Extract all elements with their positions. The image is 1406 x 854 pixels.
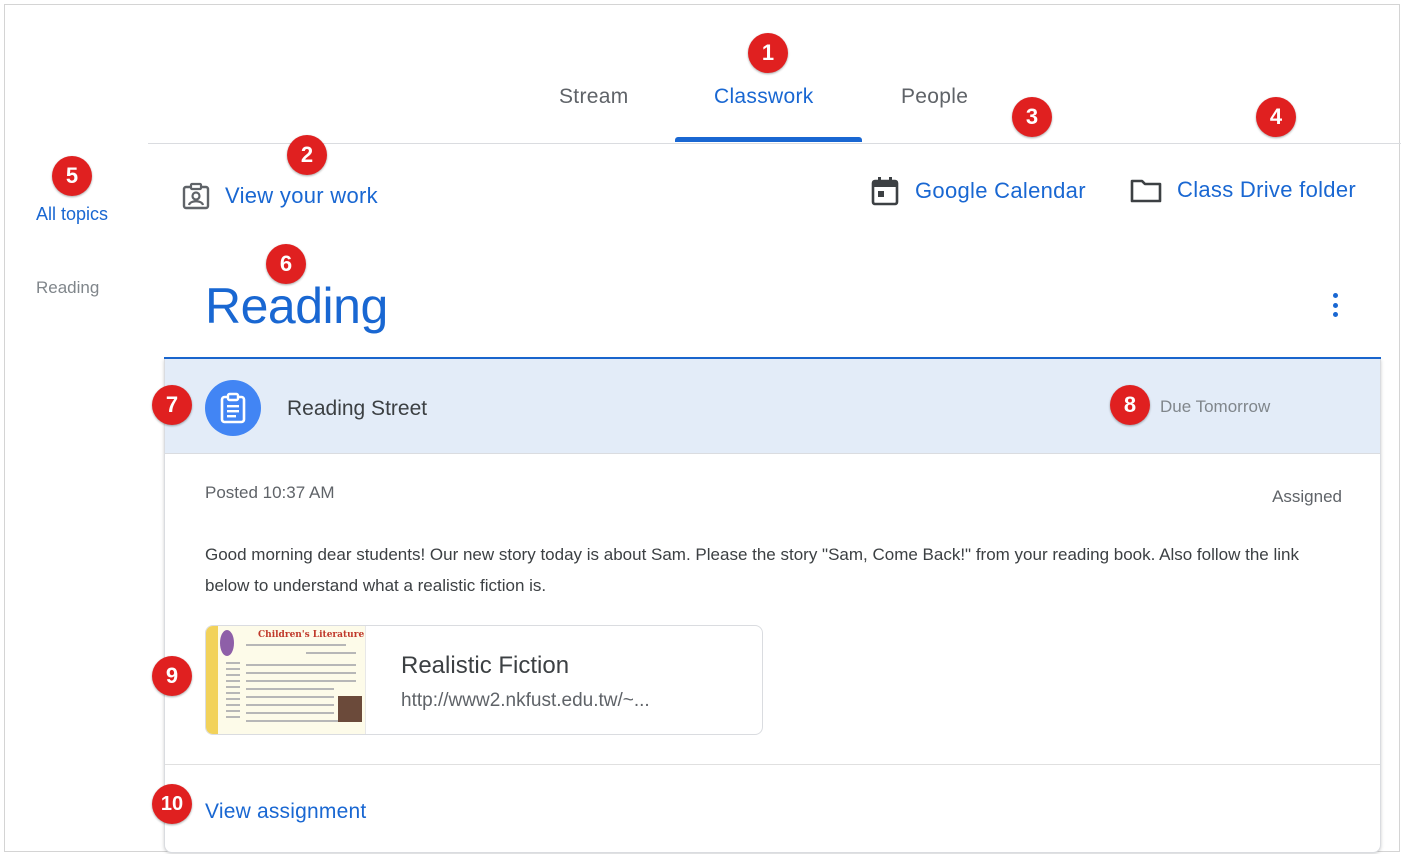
card-footer-divider	[165, 764, 1380, 765]
google-calendar-label: Google Calendar	[915, 178, 1086, 203]
tabs-divider	[148, 143, 1401, 144]
folder-icon	[1129, 175, 1163, 205]
tab-classwork[interactable]: Classwork	[714, 85, 814, 109]
assignment-title: Reading Street	[287, 397, 428, 420]
calendar-icon	[869, 175, 901, 207]
thumbnail-heading: Children's Literature	[258, 630, 365, 640]
callout-9: 9	[152, 656, 192, 696]
callout-1: 1	[748, 33, 788, 73]
topic-reading[interactable]: Reading	[36, 278, 99, 298]
due-date: Due Tomorrow	[1160, 397, 1271, 416]
topic-all-topics[interactable]: All topics	[36, 204, 108, 225]
tab-people[interactable]: People	[901, 85, 968, 109]
tab-stream[interactable]: Stream	[559, 85, 629, 109]
callout-5: 5	[52, 156, 92, 196]
top-tabs: Stream Classwork People	[5, 5, 1401, 148]
more-vert-icon[interactable]	[1323, 289, 1347, 321]
assignment-status: Assigned	[1272, 487, 1342, 506]
attachment-link-card[interactable]: Children's Literature Realistic Fiction …	[205, 625, 763, 735]
view-your-work-button[interactable]: View your work	[181, 181, 378, 211]
assignment-header[interactable]: Reading Street Due Tomorrow	[165, 359, 1380, 453]
callout-7: 7	[152, 385, 192, 425]
card-divider	[165, 453, 1380, 454]
view-assignment-link[interactable]: View assignment	[205, 800, 366, 824]
classroom-window: Stream Classwork People All topics Readi…	[4, 4, 1401, 853]
view-your-work-label: View your work	[225, 183, 378, 208]
attachment-title: Realistic Fiction	[401, 652, 570, 679]
callout-4: 4	[1256, 97, 1296, 137]
assignment-card: Reading Street Due Tomorrow Posted 10:37…	[164, 359, 1381, 853]
callout-10: 10	[152, 784, 192, 824]
topic-title: Reading	[205, 278, 388, 334]
attachment-url: http://www2.nkfust.edu.tw/~...	[401, 690, 650, 711]
callout-3: 3	[1012, 97, 1052, 137]
posted-time: Posted 10:37 AM	[205, 483, 335, 502]
attachment-thumbnail: Children's Literature	[206, 626, 366, 734]
assignment-icon	[205, 380, 261, 436]
callout-6: 6	[266, 244, 306, 284]
google-calendar-button[interactable]: Google Calendar	[869, 175, 1086, 207]
class-drive-folder-label: Class Drive folder	[1177, 177, 1357, 202]
portrait-icon	[181, 181, 211, 211]
callout-8: 8	[1110, 385, 1150, 425]
active-tab-indicator	[675, 137, 862, 142]
assignment-description: Good morning dear students! Our new stor…	[205, 545, 1299, 595]
class-drive-folder-button[interactable]: Class Drive folder	[1129, 175, 1356, 205]
callout-2: 2	[287, 135, 327, 175]
